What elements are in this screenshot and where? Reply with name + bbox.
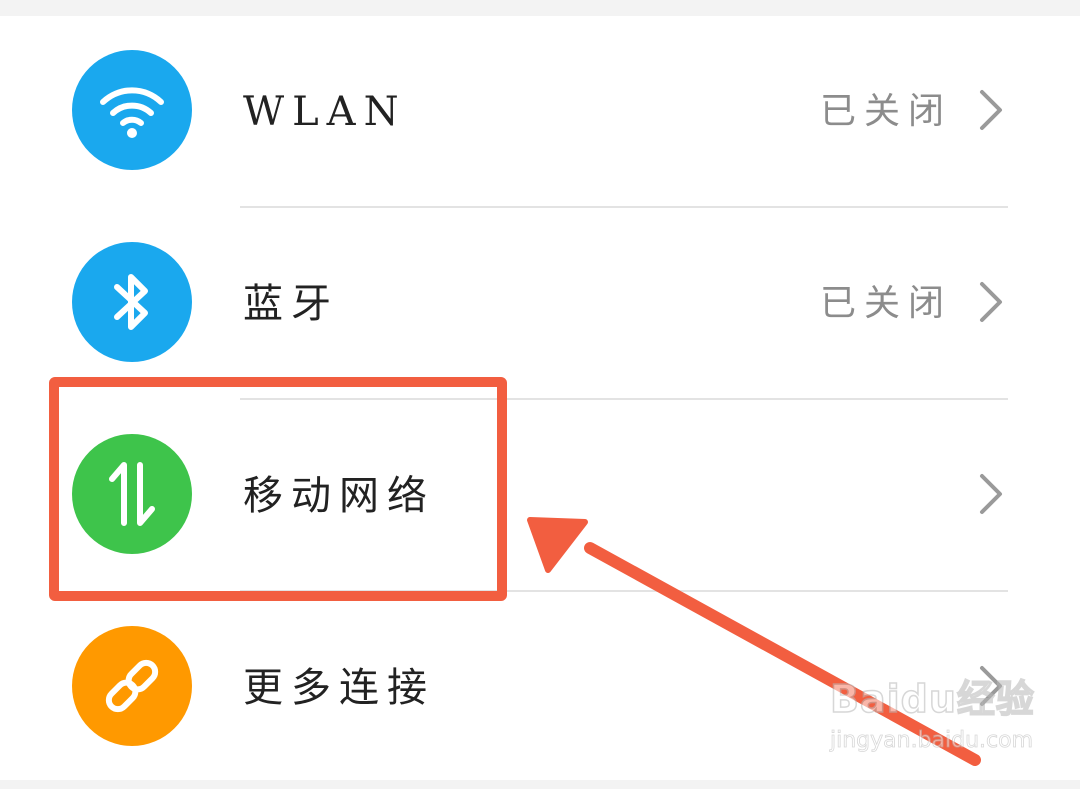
watermark-logo: Baidu经验 [829, 676, 1035, 722]
chevron-right-icon [980, 282, 1002, 322]
settings-item-wlan[interactable]: WLAN 已关闭 [0, 16, 1080, 208]
settings-item-bluetooth[interactable]: 蓝牙 已关闭 [0, 208, 1080, 400]
settings-item-label: WLAN [243, 89, 407, 135]
watermark-url: jingyan.baidu.com [830, 728, 1034, 754]
baidu-watermark: Baidu经验 jingyan.baidu.com [829, 668, 1050, 768]
chevron-right-icon [980, 90, 1002, 130]
wifi-icon [72, 50, 192, 170]
bluetooth-icon [72, 242, 192, 362]
settings-item-status: 已关闭 [819, 283, 952, 324]
highlight-box-annotation [49, 377, 507, 601]
settings-screen: WLAN 已关闭 蓝牙 已关闭 移动网络 更多连接 Baidu经验 jingya… [0, 0, 1080, 789]
settings-item-status: 已关闭 [819, 91, 952, 132]
link-icon [72, 626, 192, 746]
settings-item-label: 更多连接 [243, 665, 435, 711]
settings-item-label: 蓝牙 [243, 281, 339, 327]
chevron-right-icon [980, 474, 1002, 514]
